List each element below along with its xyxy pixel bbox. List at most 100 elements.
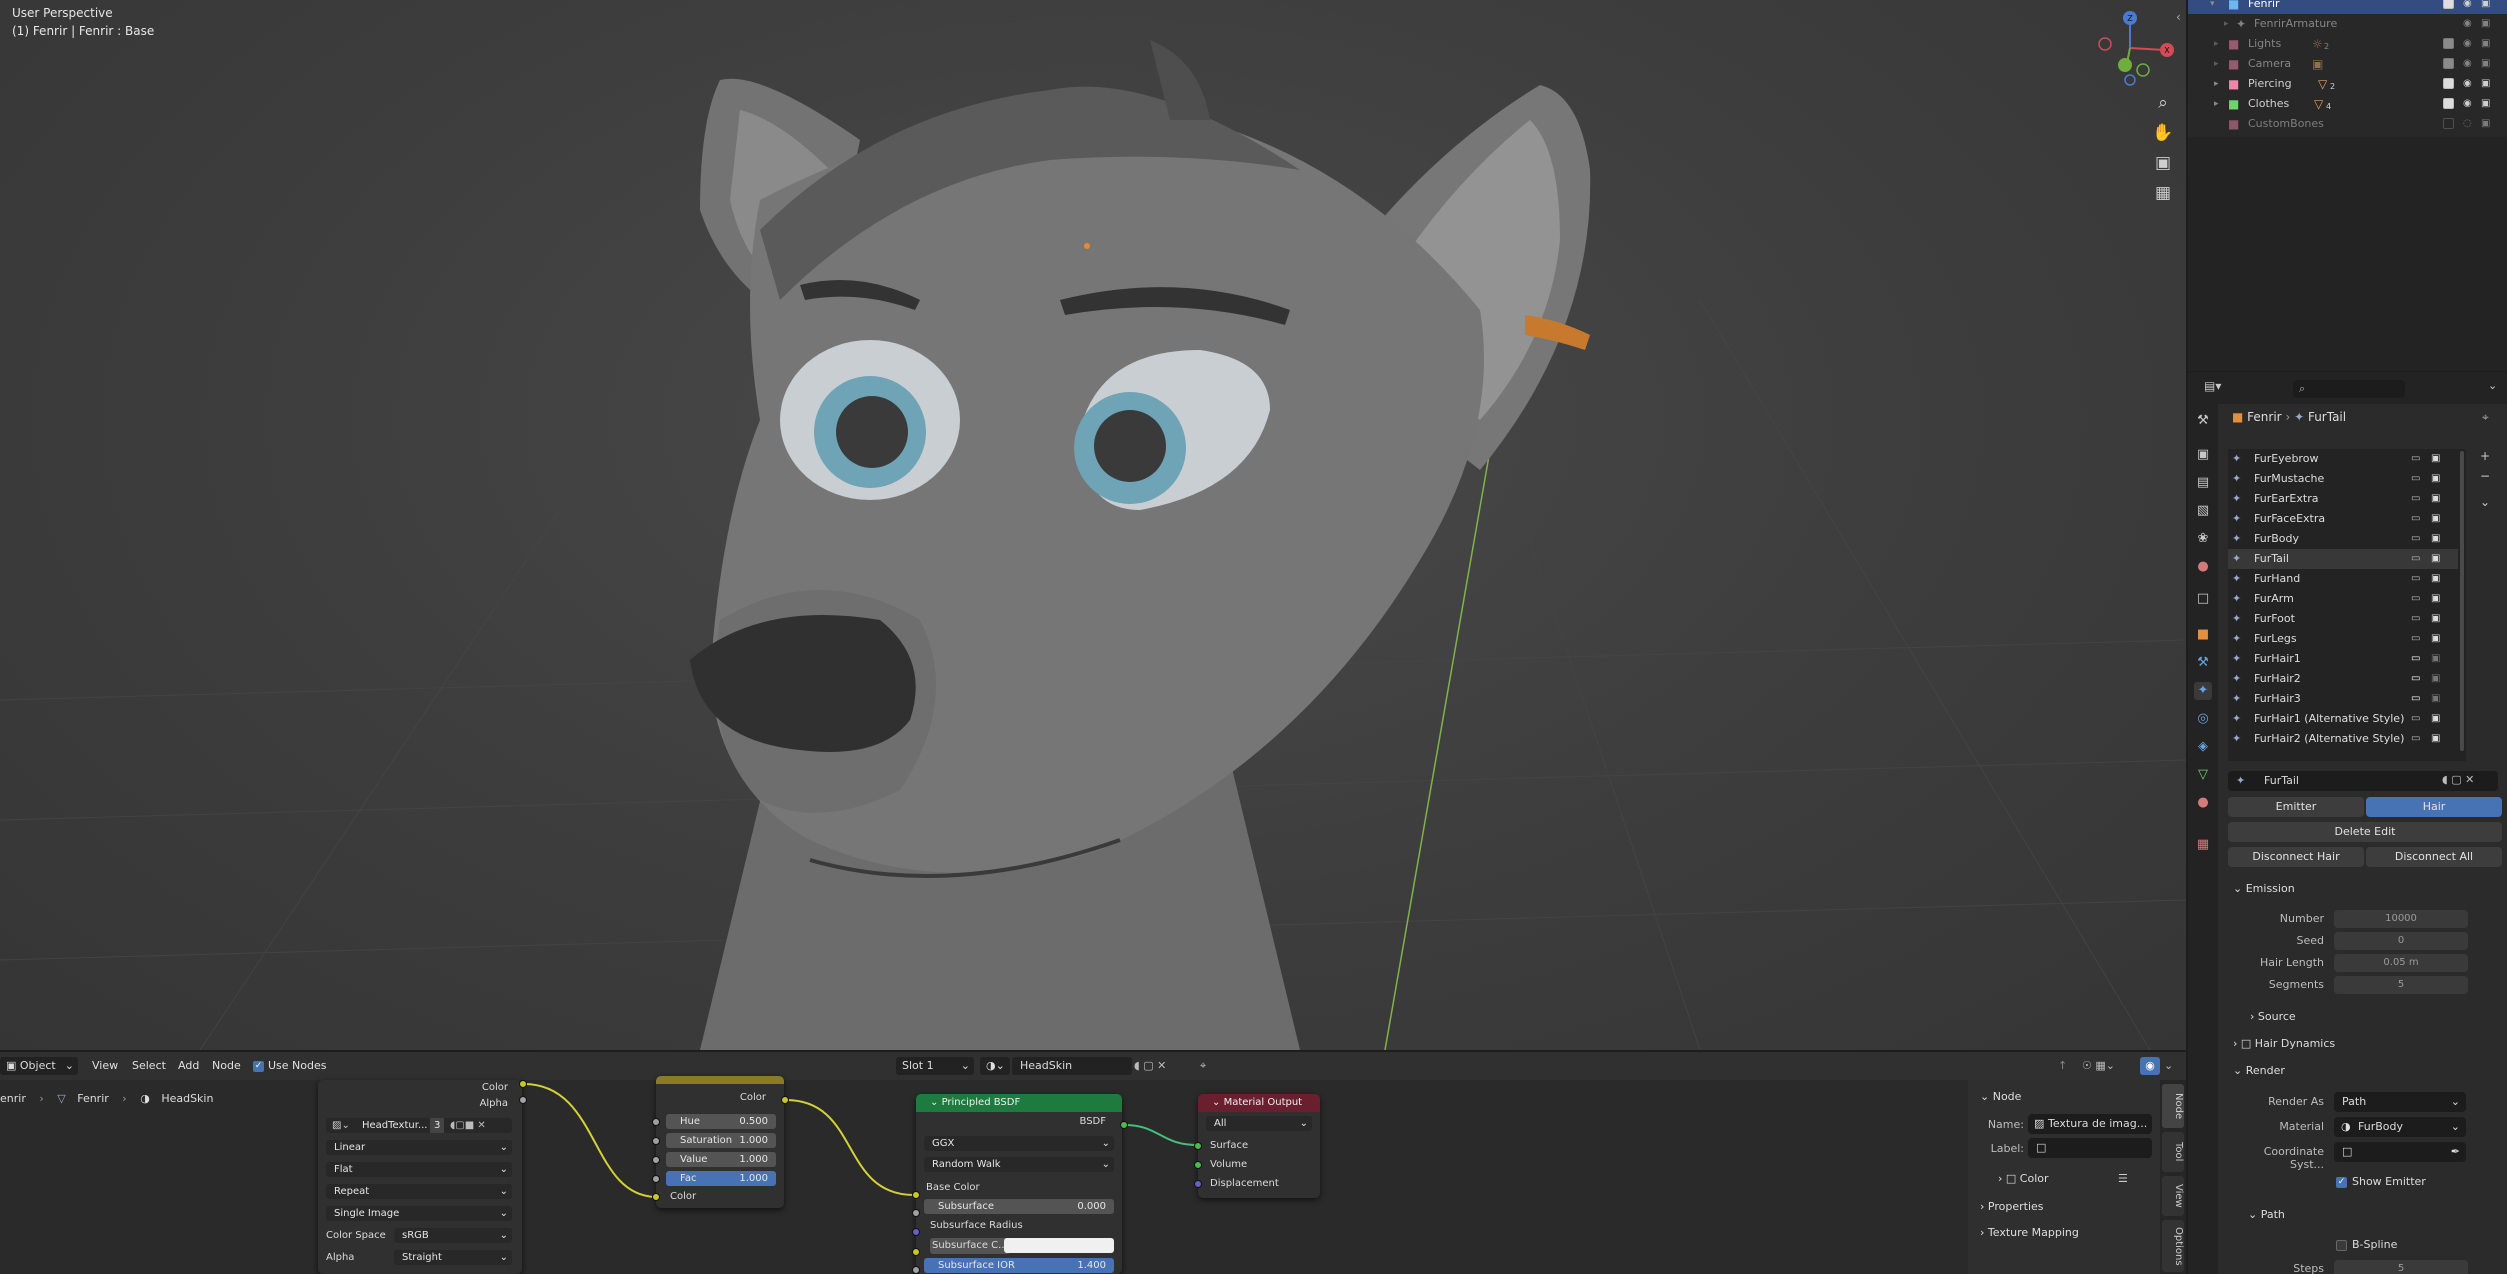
path-panel-header[interactable]: ⌄ Path [2248, 1208, 2285, 1221]
volume-input-socket[interactable] [1194, 1161, 1202, 1169]
modifier-tab-icon[interactable]: ⚒ [2194, 654, 2212, 672]
outliner-row-custombones[interactable]: ■ CustomBones ◌ ▣ [2188, 114, 2507, 134]
extension-dropdown[interactable]: Repeat ⌄ [326, 1184, 512, 1199]
tab-node[interactable]: Node [2162, 1084, 2184, 1128]
particle-system-row[interactable]: ✦ FurHair2 ▭ ▣ [2228, 669, 2458, 689]
color-space-dropdown[interactable]: sRGB ⌄ [394, 1228, 512, 1243]
expand-arrow-icon[interactable]: ▸ [2214, 54, 2219, 74]
outliner-row-piercing[interactable]: ▸ ■ Piercing ▽ 2 ◉ ▣ [2188, 74, 2507, 94]
tool-tab-icon[interactable]: ⚒ [2194, 412, 2212, 430]
user-count-badge[interactable]: 3 [430, 1118, 445, 1133]
outliner-row-fenrir[interactable]: ▾ ■ Fenrir ◉ ▣ [2188, 0, 2507, 14]
viewport-display-icon[interactable]: ▭ [2411, 569, 2420, 589]
bspline-checkbox[interactable] [2336, 1240, 2347, 1251]
particle-system-row[interactable]: ✦ FurHair1 (Alternative Style) ▭ ▣ [2228, 709, 2458, 729]
hue-saturation-node[interactable]: Color Hue 0.500 Saturation 1.000 Value 1.00… [656, 1076, 784, 1208]
tab-tool[interactable]: Tool [2162, 1132, 2184, 1172]
render-display-icon[interactable]: ▣ [2431, 689, 2440, 709]
render-panel-header[interactable]: ⌄ Render [2233, 1064, 2285, 1077]
viewport-display-icon[interactable]: ▭ [2411, 529, 2420, 549]
material-name-field[interactable]: HeadSkin [1012, 1057, 1132, 1075]
camera-icon[interactable]: ▣ [2481, 14, 2490, 34]
outliner[interactable]: ▾ ■ Fenrir ◉ ▣ ▸ ✦ FenrirArmature ◉ ▣ ▸ … [2188, 0, 2507, 137]
properties-section-header[interactable]: › Properties [1980, 1200, 2044, 1213]
viewport-display-icon[interactable]: ▭ [2411, 649, 2420, 669]
exclude-checkbox[interactable] [2443, 0, 2454, 9]
disconnect-all-button[interactable]: Disconnect All [2366, 847, 2502, 867]
material-dropdown[interactable]: ◑ FurBody ⌄ [2334, 1117, 2466, 1137]
surface-input-socket[interactable] [1194, 1142, 1202, 1150]
render-display-icon[interactable]: ▣ [2431, 449, 2440, 469]
viewport-display-icon[interactable]: ▭ [2411, 449, 2420, 469]
base-color-input-socket[interactable] [912, 1191, 920, 1199]
expand-arrow-icon[interactable]: ▾ [2210, 0, 2215, 14]
remove-slot-button[interactable]: − [2477, 468, 2493, 484]
saturation-input-socket[interactable] [652, 1137, 660, 1145]
subsurface-color-input-socket[interactable] [912, 1248, 920, 1256]
node-label-field[interactable]: □ [2028, 1138, 2152, 1158]
exclude-checkbox[interactable] [2443, 58, 2454, 69]
value-input-socket[interactable] [652, 1156, 660, 1164]
particle-system-row[interactable]: ✦ FurBody ▭ ▣ [2228, 529, 2458, 549]
overlay-dropdown-icon[interactable]: ⌄ [2164, 1057, 2173, 1075]
hair-length-field[interactable]: 0.05 m [2334, 954, 2468, 972]
outliner-row-clothes[interactable]: ▸ ■ Clothes ▽ 4 ◉ ▣ [2188, 94, 2507, 114]
subsurface-input-socket[interactable] [912, 1209, 920, 1217]
object-tab-icon[interactable]: ■ [2194, 626, 2212, 644]
steps-field[interactable]: 5 [2334, 1260, 2468, 1274]
exclude-checkbox[interactable] [2443, 98, 2454, 109]
hue-field[interactable]: Hue 0.500 [666, 1114, 776, 1129]
viewport-display-icon[interactable]: ▭ [2411, 549, 2420, 569]
menu-add[interactable]: Add [178, 1057, 199, 1075]
world-tab-icon[interactable]: ● [2194, 558, 2212, 576]
emission-panel-header[interactable]: ⌄ Emission [2233, 882, 2295, 895]
eye-icon[interactable]: ◉ [2463, 94, 2472, 114]
particle-system-row[interactable]: ✦ FurEarExtra ▭ ▣ [2228, 489, 2458, 509]
viewport-display-icon[interactable]: ▭ [2411, 709, 2420, 729]
material-actions[interactable]: ◖ ▢ ✕ [1134, 1057, 1166, 1075]
bsdf-output-socket[interactable] [1120, 1121, 1128, 1129]
render-display-icon[interactable]: ▣ [2431, 589, 2440, 609]
render-display-icon[interactable]: ▣ [2431, 629, 2440, 649]
output-target-dropdown[interactable]: All ⌄ [1206, 1116, 1312, 1131]
eye-icon[interactable]: ◉ [2463, 14, 2472, 34]
texture-mapping-section-header[interactable]: › Texture Mapping [1980, 1226, 2079, 1239]
render-display-icon[interactable]: ▣ [2431, 649, 2440, 669]
image-datablock-field[interactable]: ▨⌄ HeadTextur... 3 ◖▢■ ✕ [326, 1118, 512, 1133]
outliner-row-armature[interactable]: ▸ ✦ FenrirArmature ◉ ▣ [2188, 14, 2507, 34]
expand-arrow-icon[interactable]: ▸ [2214, 94, 2219, 114]
render-display-icon[interactable]: ▣ [2431, 669, 2440, 689]
particle-system-row[interactable]: ✦ FurLegs ▭ ▣ [2228, 629, 2458, 649]
distribution-dropdown[interactable]: GGX ⌄ [924, 1136, 1114, 1151]
particle-system-list[interactable]: ✦ FurEyebrow ▭ ▣ ✦ FurMustache ▭ ▣ ✦ FurEarExtra ▭… [2228, 449, 2458, 761]
render-display-icon[interactable]: ▣ [2431, 569, 2440, 589]
list-icon[interactable]: ☰ [2118, 1172, 2128, 1185]
hsv-node-header[interactable] [656, 1076, 784, 1084]
render-tab-icon[interactable]: ▣ [2194, 446, 2212, 464]
expand-arrow-icon[interactable]: ▸ [2214, 34, 2219, 54]
material-tab-icon[interactable]: ● [2194, 794, 2212, 812]
render-display-icon[interactable]: ▣ [2431, 709, 2440, 729]
hsv-color-output-socket[interactable] [781, 1096, 789, 1104]
view-layer-tab-icon[interactable]: ▧ [2194, 502, 2212, 520]
material-browse-button[interactable]: ◑⌄ [980, 1057, 1010, 1075]
exclude-checkbox[interactable] [2443, 38, 2454, 49]
fac-field[interactable]: Fac 1.000 [666, 1171, 776, 1186]
render-display-icon[interactable]: ▣ [2431, 549, 2440, 569]
properties-search-field[interactable]: ⌕ [2293, 380, 2405, 398]
viewport-display-icon[interactable]: ▭ [2411, 629, 2420, 649]
source-panel-header[interactable]: › Source [2250, 1010, 2296, 1023]
list-scrollbar[interactable] [2458, 449, 2466, 761]
particle-system-row[interactable]: ✦ FurFaceExtra ▭ ▣ [2228, 509, 2458, 529]
particle-system-row[interactable]: ✦ FurMustache ▭ ▣ [2228, 469, 2458, 489]
node-name-field[interactable]: ▨ Textura de imag... [2028, 1114, 2152, 1134]
source-dropdown[interactable]: Single Image ⌄ [326, 1206, 512, 1221]
coordinate-system-field[interactable]: □ ✒ [2334, 1142, 2466, 1162]
output-tab-icon[interactable]: ▤ [2194, 474, 2212, 492]
material-output-node[interactable]: ⌄ Material Output All ⌄ Surface Volume Di… [1198, 1094, 1320, 1198]
pin-icon[interactable]: ⌖ [1200, 1057, 1206, 1075]
options-dropdown-icon[interactable]: ⌄ [2488, 379, 2497, 392]
subsurface-radius-input-socket[interactable] [912, 1228, 920, 1236]
navigation-gizmo[interactable]: Z X [2085, 8, 2175, 88]
render-display-icon[interactable]: ▣ [2431, 509, 2440, 529]
